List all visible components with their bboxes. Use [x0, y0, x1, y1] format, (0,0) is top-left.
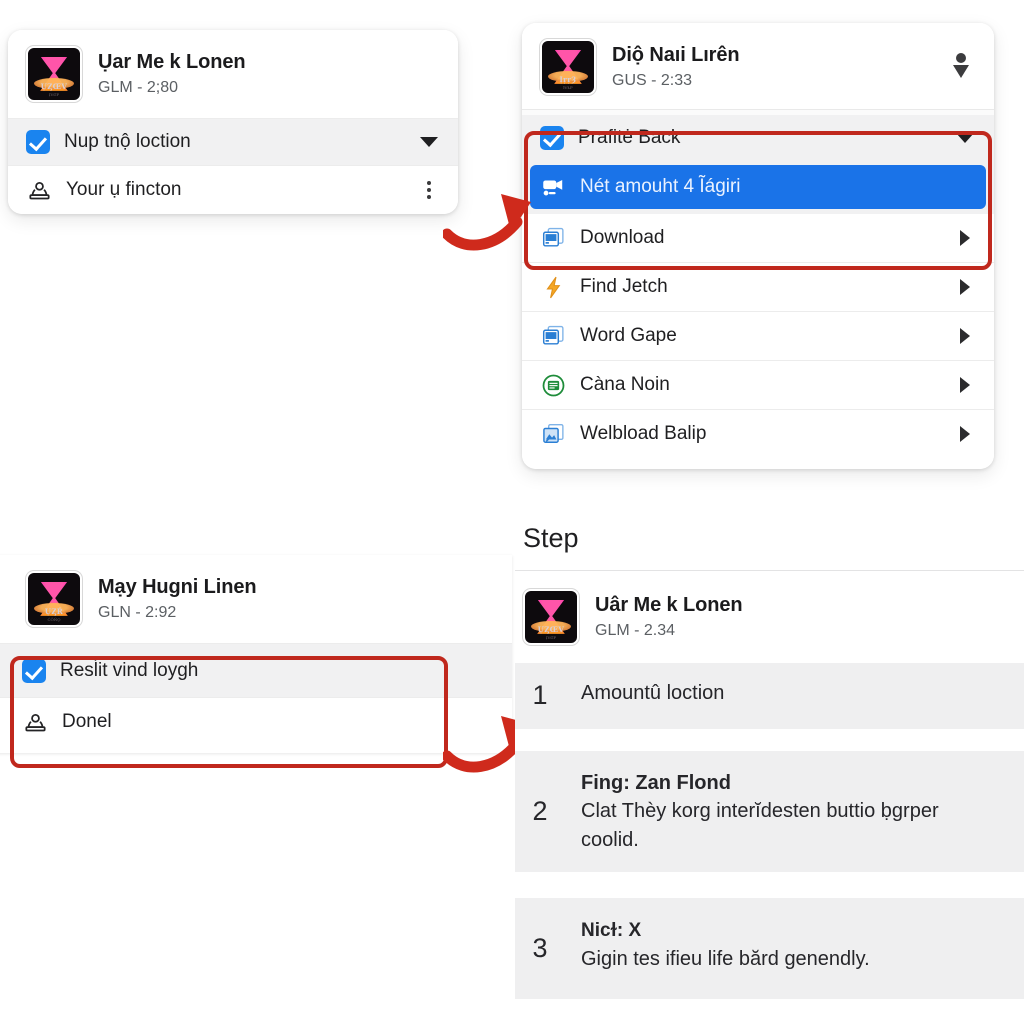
app-title: Ụar Me k Lonen	[98, 51, 246, 74]
step-body: Clat Thèy korg interĭdesten buttio ḅgrpe…	[581, 800, 939, 851]
checkbox-checked-icon[interactable]	[540, 126, 564, 150]
step-text: Nicɫ: X Gigin tes ifieu life bărd genend…	[581, 918, 870, 973]
chevron-down-icon[interactable]	[418, 137, 440, 147]
menu-item-nup-tno-loction[interactable]: Nup tnộ loction	[8, 118, 458, 165]
menu-item-label: Word Gape	[580, 325, 677, 346]
menu-item-find-jetch[interactable]: Find Jetch	[522, 262, 994, 311]
step-panel-heading: Step	[523, 523, 579, 553]
menu-item-label: Welbload Balip	[580, 423, 707, 444]
menu-item-prafite-back[interactable]: Prafitė Back	[522, 115, 994, 161]
menu-item-word-gape[interactable]: Word Gape	[522, 311, 994, 360]
menu-item-donel[interactable]: Donel	[0, 697, 512, 753]
kebab-menu-icon[interactable]	[418, 181, 440, 199]
thumbnail-label: ỤȤŒV	[40, 82, 68, 91]
app-thumbnail: ỤȤŒV ỊVȻP	[523, 589, 579, 645]
step-title: Nicɫ: X	[581, 919, 642, 941]
thumbnail-sublabel: ỊVȻP	[48, 92, 60, 97]
monitor-window-icon	[540, 323, 566, 349]
step-number: 1	[532, 680, 548, 710]
checkbox-checked-icon[interactable]	[22, 658, 46, 683]
bottom-left-menu-card: ỤȤŔ ĊŎŃǪ Mạy Hugni Linen GLN - 2:92 Resĺ…	[0, 555, 512, 753]
stamp-person-icon	[22, 709, 48, 735]
top-right-menu-card: ỊŗŗȜ ŀVȽP Diộ Naıi Lırên GUS - 2:33 Praf…	[522, 23, 994, 469]
step-number: 3	[532, 932, 548, 963]
step-row-3[interactable]: 3 Nicɫ: X Gigin tes ifieu life bărd gene…	[515, 897, 1024, 1000]
thumbnail-label: ỤȤŔ	[44, 607, 64, 616]
stamp-person-icon	[26, 177, 52, 203]
menu-item-welbload-balip[interactable]: Welbload Balip	[522, 409, 994, 469]
menu-item-label: Resĺit vind loygh	[60, 659, 199, 681]
menu-item-your-fincton[interactable]: Your ụ fincton	[8, 165, 458, 214]
thumbnail-label: ỊŗŗȜ	[559, 75, 577, 84]
pin-person-icon[interactable]	[946, 51, 976, 83]
menu-item-label: Càna Noin	[580, 374, 670, 395]
lightning-bolt-icon	[540, 274, 566, 300]
app-subtitle: GLN - 2:92	[98, 604, 177, 622]
app-thumbnail: ỊŗŗȜ ŀVȽP	[540, 39, 596, 95]
menu-item-label: Find Jetch	[580, 276, 668, 297]
menu-item-label: Your ụ fincton	[66, 179, 182, 200]
selected-row-wrap: Nét amouht 4 Ĩágiri	[522, 161, 994, 214]
thumbnail-sublabel: ĊŎŃǪ	[47, 617, 61, 622]
menu-item-label: Nét amouht 4 Ĩágiri	[580, 176, 741, 197]
app-thumbnail: ỤȤŔ ĊŎŃǪ	[26, 571, 82, 627]
app-header: ỤȤŒV ỊVȻP Ụar Me k Lonen GLM - 2;80	[8, 30, 458, 118]
step-body: Gigin tes ifieu life bărd genendly.	[581, 947, 870, 970]
app-subtitle: GLM - 2.34	[595, 622, 676, 640]
menu-item-label: Donel	[62, 711, 112, 732]
menu-item-label: Nup tnộ loction	[64, 131, 191, 152]
step-gap	[515, 728, 1024, 751]
thumbnail-sublabel: ỊVȻP	[545, 635, 557, 640]
step-body: Amountû loction	[581, 682, 725, 704]
app-header: ỊŗŗȜ ŀVȽP Diộ Naıi Lırên GUS - 2:33	[522, 23, 994, 109]
app-title: Uâr Me k Lonen	[595, 594, 743, 617]
chevron-right-icon[interactable]	[954, 377, 976, 393]
screenshot-canvas: ỤȤŒV ỊVȻP Ụar Me k Lonen GLM - 2;80 Nup …	[0, 0, 1024, 1024]
step-gap	[515, 871, 1024, 898]
menu-item-reslit-vind-loygh[interactable]: Resĺit vind loygh	[0, 643, 512, 697]
menu-item-cana-noin[interactable]: Càna Noin	[522, 360, 994, 409]
checkbox-checked-icon[interactable]	[26, 130, 50, 154]
step-text: Amountû loction	[581, 679, 724, 707]
app-subtitle: GUS - 2:33	[612, 72, 693, 90]
green-circle-doc-icon	[540, 372, 566, 398]
app-subtitle: GLM - 2;80	[98, 79, 179, 97]
step-row-2[interactable]: 2 Fing: Zan Flond Clat Thèy korg interĭd…	[515, 750, 1024, 872]
chevron-down-icon[interactable]	[954, 133, 976, 143]
thumbnail-sublabel: ŀVȽP	[563, 85, 573, 90]
chevron-right-icon[interactable]	[954, 230, 976, 246]
arrow-top-left-to-top-right	[441, 178, 553, 258]
chevron-right-icon[interactable]	[954, 328, 976, 344]
app-header: ỤȤŔ ĊŎŃǪ Mạy Hugni Linen GLN - 2:92	[0, 555, 512, 643]
menu-item-download[interactable]: Download	[522, 214, 994, 262]
step-number: 2	[532, 795, 548, 826]
chevron-right-icon[interactable]	[954, 279, 976, 295]
image-upload-icon	[540, 421, 566, 447]
top-left-menu-card: ỤȤŒV ỊVȻP Ụar Me k Lonen GLM - 2;80 Nup …	[8, 30, 458, 214]
app-header: ỤȤŒV ỊVȻP Uâr Me k Lonen GLM - 2.34	[515, 571, 1024, 663]
step-row-1[interactable]: 1 Amountû loction	[515, 663, 1024, 729]
app-thumbnail: ỤȤŒV ỊVȻP	[26, 46, 82, 102]
thumbnail-label: ỤȤŒV	[537, 625, 565, 634]
app-title: Diộ Naıi Lırên	[612, 44, 740, 67]
step-text: Fing: Zan Flond Clat Thèy korg interĭdes…	[581, 769, 981, 854]
step-title: Fing: Zan Flond	[581, 771, 731, 794]
step-panel: Step ỤȤŒV ỊVȻP Uâr Me k Lonen GLM - 2.34…	[515, 505, 1024, 1024]
chevron-right-icon[interactable]	[954, 426, 976, 442]
menu-item-label: Prafitė Back	[578, 127, 681, 148]
menu-item-label: Download	[580, 227, 665, 248]
menu-item-net-amouht-selected[interactable]: Nét amouht 4 Ĩágiri	[530, 165, 986, 209]
app-title: Mạy Hugni Linen	[98, 576, 257, 599]
